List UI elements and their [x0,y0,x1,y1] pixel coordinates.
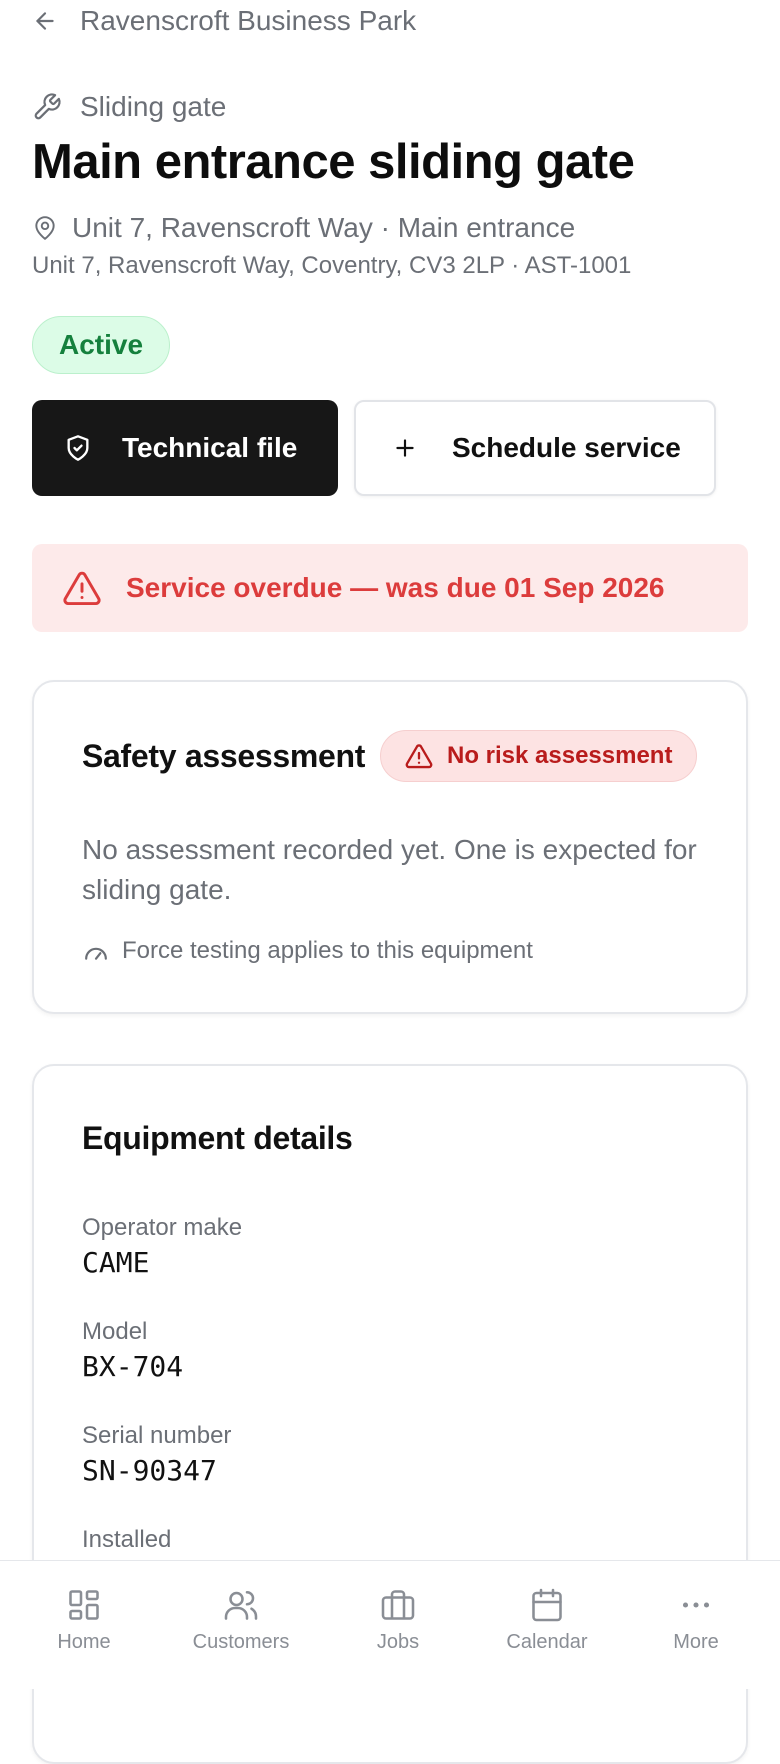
warning-triangle-icon [63,571,101,606]
installed-label: Installed [82,1526,172,1553]
wrench-icon [34,93,61,120]
nav-item-more[interactable]: More [618,1561,774,1689]
users-icon [224,1590,258,1620]
safety-assessment-card: Safety assessment No risk assessment No … [32,680,748,1014]
serial-number-value: SN-90347 [82,1454,217,1487]
nav-item-customers[interactable]: Customers [163,1561,319,1689]
nav-item-customers-label: Customers [192,1631,290,1653]
risk-assessment-badge: No risk assessment [380,730,698,782]
operator-make-value: CAME [82,1246,150,1279]
asset-location: Unit 7, Ravenscroft Way · Main entrance [32,208,575,248]
nav-item-home-label: Home [57,1631,111,1653]
overdue-alert: Service overdue — was due 01 Sep 2026 [32,544,748,632]
risk-assessment-badge-label: No risk assessment [447,742,673,769]
model-value: BX-704 [82,1350,184,1383]
force-testing-note: Force testing applies to this equipment [82,934,533,968]
asset-address: Unit 7, Ravenscroft Way, Coventry, CV3 2… [32,252,632,279]
nav-item-calendar[interactable]: Calendar [469,1561,625,1689]
schedule-service-button[interactable]: Schedule service [354,400,716,496]
asset-type: Sliding gate [32,86,226,128]
calendar-icon [532,1588,562,1622]
force-testing-note-label: Force testing applies to this equipment [122,937,533,964]
safety-assessment-title: Safety assessment [82,738,366,774]
technical-file-button[interactable]: Technical file [32,400,338,496]
briefcase-icon [381,1590,415,1620]
safety-assessment-description: No assessment recorded yet. One is expec… [82,834,697,905]
asset-type-label: Sliding gate [80,91,227,122]
nav-item-jobs-label: Jobs [376,1631,420,1653]
status-badge: Active [32,316,171,374]
technical-file-label: Technical file [122,432,298,463]
schedule-service-label: Schedule service [452,432,681,463]
overdue-alert-message: Service overdue — was due 01 Sep 2026 [126,572,665,603]
more-dots-icon [682,1602,710,1608]
back-link-label: Ravenscroft Business Park [80,5,417,36]
shield-check-icon [67,435,89,461]
map-pin-icon [35,216,55,240]
gauge-icon [85,947,107,960]
back-link[interactable]: Ravenscroft Business Park [32,0,416,42]
nav-item-more-label: More [673,1631,719,1653]
equipment-details-title: Equipment details [82,1120,353,1156]
arrow-left-icon [36,12,54,30]
bottom-nav: Home Customers Jobs Calendar More [0,1560,780,1689]
nav-item-jobs[interactable]: Jobs [320,1561,476,1689]
warning-triangle-icon [405,744,433,769]
model-label: Model [82,1318,148,1345]
home-grid-icon [69,1590,99,1620]
asset-location-label: Unit 7, Ravenscroft Way · Main entrance [72,212,576,243]
nav-item-home[interactable]: Home [6,1561,162,1689]
plus-icon [396,439,414,457]
page-title: Main entrance sliding gate [32,135,635,189]
operator-make-label: Operator make [82,1214,243,1241]
nav-item-calendar-label: Calendar [506,1631,588,1653]
serial-number-label: Serial number [82,1422,232,1449]
asset-detail-page: Ravenscroft Business Park Sliding gate M… [0,0,780,1764]
